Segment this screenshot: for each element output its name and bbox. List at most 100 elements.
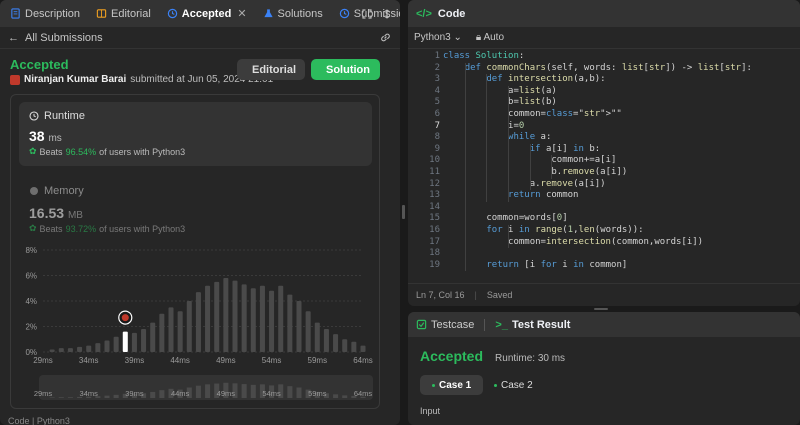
beats-suffix: of users with Python3: [99, 146, 186, 157]
distribution-bar[interactable]: [314, 322, 320, 352]
x-tick-label: 64ms: [353, 356, 373, 365]
distribution-bar[interactable]: [58, 348, 64, 352]
distribution-bar[interactable]: [195, 292, 201, 352]
distribution-bar[interactable]: [351, 341, 357, 352]
all-submissions-link[interactable]: All Submissions: [25, 32, 103, 44]
indent-guide: [508, 225, 510, 249]
overview-bar: [205, 384, 211, 398]
overview-bar: [104, 395, 110, 398]
distribution-bar[interactable]: [360, 345, 366, 352]
editorial-button[interactable]: Editorial: [237, 59, 305, 80]
distribution-bar[interactable]: [150, 322, 156, 352]
distribution-bar[interactable]: [259, 285, 265, 352]
code-line[interactable]: 5 b=list(b): [408, 97, 800, 108]
distribution-bar[interactable]: [104, 340, 110, 352]
distribution-bar[interactable]: [250, 288, 256, 352]
distribution-bar[interactable]: [278, 285, 284, 352]
distribution-bar[interactable]: [86, 345, 92, 352]
maximize-icon[interactable]: [362, 8, 372, 19]
indent-guide: [486, 74, 488, 202]
distribution-bar[interactable]: [305, 311, 311, 352]
code-line[interactable]: 13 return common: [408, 190, 800, 201]
avatar[interactable]: [10, 74, 20, 85]
distribution-bar[interactable]: [186, 301, 192, 352]
distribution-bar[interactable]: [131, 332, 137, 352]
link-icon[interactable]: [379, 31, 392, 44]
distribution-bar[interactable]: [287, 294, 293, 352]
result-status: Accepted Runtime: 30 ms: [420, 348, 565, 364]
distribution-bar[interactable]: [214, 281, 220, 352]
code-line[interactable]: 8 while a:: [408, 132, 800, 143]
code-text: if a[i] in b:: [529, 143, 601, 154]
code-line[interactable]: 18: [408, 248, 800, 259]
submitter-name[interactable]: Niranjan Kumar Barai: [24, 74, 126, 85]
performance-box: Runtime 38 ms ✿ Beats 96.54% of users wi…: [10, 94, 380, 409]
distribution-bar[interactable]: [122, 331, 128, 352]
code-text: return common: [508, 190, 579, 201]
tab-solutions[interactable]: Solutions: [257, 0, 329, 27]
distribution-bar[interactable]: [168, 307, 174, 352]
distribution-bar[interactable]: [323, 329, 329, 352]
runtime-distribution-chart[interactable]: 8%6%4%2%0%29ms 34ms 39ms 44ms 49ms 54ms 59ms 64…: [11, 240, 379, 410]
code-editor[interactable]: 1 class Solution: 2 def commonChars(self, …: [408, 49, 800, 279]
tab-description[interactable]: Description: [4, 0, 86, 27]
distribution-bar[interactable]: [269, 290, 275, 352]
distribution-bar[interactable]: [77, 346, 83, 352]
tab-editorial[interactable]: Editorial: [90, 0, 157, 27]
tab-testcase[interactable]: Testcase: [416, 319, 474, 331]
tab-test-result[interactable]: >_ Test Result: [495, 319, 570, 331]
runtime-beats-pct: 96.54%: [65, 146, 97, 157]
overview-bar: [113, 394, 119, 398]
distribution-bar[interactable]: [67, 348, 73, 352]
distribution-bar[interactable]: [232, 280, 238, 352]
distribution-bar[interactable]: [49, 349, 55, 352]
language-select[interactable]: Python3 ⌄: [414, 32, 462, 43]
code-line[interactable]: 2 def commonChars(self, words: list[str]…: [408, 63, 800, 74]
solution-button[interactable]: Solution: [311, 59, 380, 80]
code-line[interactable]: 16 for i in range(1,len(words)):: [408, 225, 800, 236]
distribution-bar[interactable]: [113, 336, 119, 352]
code-line[interactable]: 3 def intersection(a,b):: [408, 74, 800, 85]
auto-mode[interactable]: 🔒︎ Auto: [476, 32, 504, 43]
save-status: Saved: [486, 290, 513, 300]
code-line[interactable]: 15 common=words[0]: [408, 213, 800, 224]
memory-beats-pct: 93.72%: [65, 223, 97, 234]
distribution-bar[interactable]: [342, 339, 348, 352]
code-line[interactable]: 11 b.remove(a[i]): [408, 167, 800, 178]
horizontal-resize-handle[interactable]: [594, 308, 608, 310]
memory-card[interactable]: Memory 16.53 MB ✿ Beats 93.72% of users …: [29, 185, 185, 234]
code-line[interactable]: 6 common=class="str">"": [408, 109, 800, 120]
code-line[interactable]: 4 a=list(a): [408, 86, 800, 97]
code-panel: </> Code Python3 ⌄ 🔒︎ Auto 1 class Soluti…: [408, 0, 800, 306]
distribution-bar[interactable]: [141, 329, 147, 352]
runtime-card[interactable]: Runtime 38 ms ✿ Beats 96.54% of users wi…: [19, 102, 372, 166]
code-line[interactable]: 14: [408, 202, 800, 213]
distribution-bar[interactable]: [241, 284, 247, 352]
back-arrow-icon[interactable]: ←: [8, 32, 19, 44]
close-icon[interactable]: ✕: [237, 7, 246, 20]
terminal-icon: >_: [495, 318, 508, 331]
distribution-bar[interactable]: [296, 301, 302, 352]
case-1-tab[interactable]: Case 1: [420, 375, 484, 395]
code-line[interactable]: 1 class Solution:: [408, 51, 800, 62]
code-line[interactable]: 19 return [i for i in common]: [408, 260, 800, 271]
tab-accepted[interactable]: Accepted ✕: [161, 0, 253, 27]
distribution-bar[interactable]: [159, 313, 165, 352]
code-line[interactable]: 12 a.remove(a[i]): [408, 179, 800, 190]
code-line[interactable]: 9 if a[i] in b:: [408, 144, 800, 155]
distribution-bar[interactable]: [205, 285, 211, 352]
overview-bar: [250, 384, 256, 398]
minimize-panel-icon[interactable]: [382, 8, 392, 19]
distribution-bar[interactable]: [223, 278, 229, 352]
distribution-bar[interactable]: [95, 343, 101, 352]
line-number: 6: [434, 109, 440, 119]
line-number: 5: [434, 97, 440, 108]
code-line[interactable]: 17 common=intersection(common,words[i]): [408, 237, 800, 248]
distribution-bar[interactable]: [177, 311, 183, 352]
overview-bar: [296, 387, 302, 398]
case-2-tab[interactable]: Case 2: [482, 375, 545, 395]
vertical-resize-handle[interactable]: [402, 205, 405, 219]
distribution-bar[interactable]: [333, 334, 339, 352]
code-line[interactable]: 7 i=0: [408, 121, 800, 132]
code-line[interactable]: 10 common+=a[i]: [408, 155, 800, 166]
